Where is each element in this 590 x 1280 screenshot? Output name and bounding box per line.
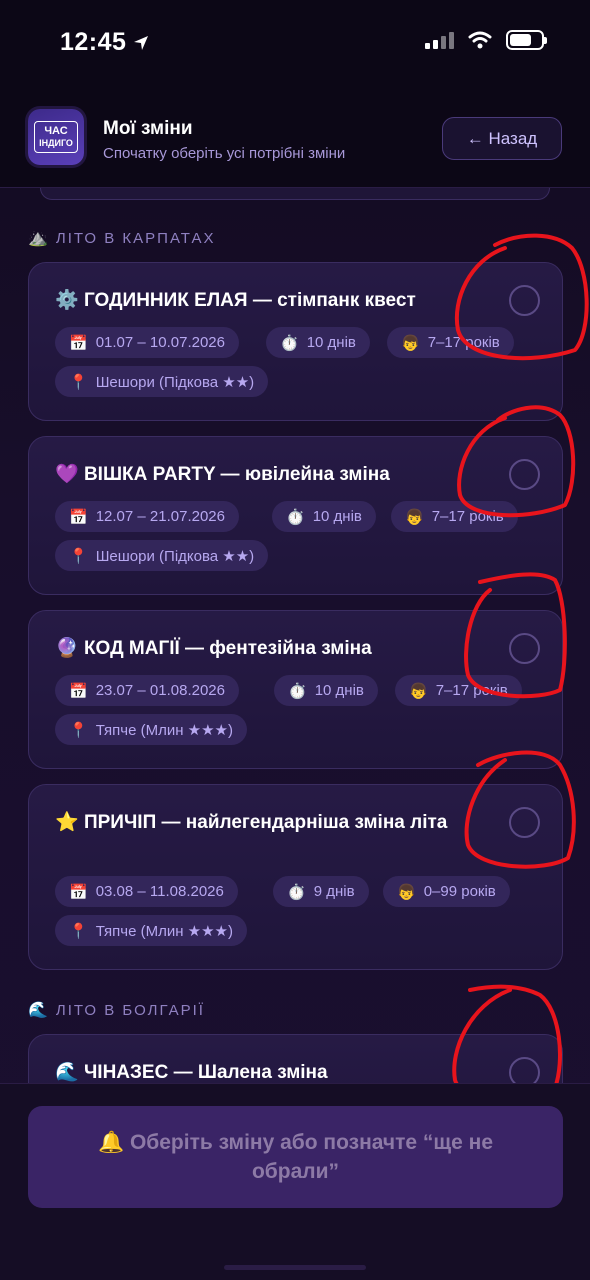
stopwatch-icon: ⏱️ <box>280 334 299 352</box>
crystal-ball-icon: 🔮 <box>55 638 79 659</box>
page-title: Мої зміни <box>103 118 193 139</box>
shift-title: ⭐ ПРИЧІП — найлегендарніша зміна літа <box>55 812 448 833</box>
pin-icon: 📍 <box>69 547 88 565</box>
shift-card-vishka[interactable]: 💜 ВІШКА PARTY — ювілейна зміна 📅 12.07 – … <box>28 436 563 595</box>
shift-select-radio[interactable] <box>509 807 540 838</box>
time-text: 12:45 <box>60 28 127 56</box>
child-icon: 👦 <box>401 334 420 352</box>
section-bulgaria: 🌊 ЛІТО В БОЛГАРІЇ <box>28 1000 205 1020</box>
cellular-signal-icon <box>425 31 454 49</box>
shift-card-godynnyk[interactable]: ⚙️ ГОДИННИК ЕЛАЯ — стімпанк квест 📅 01.07… <box>28 262 563 421</box>
child-icon: 👦 <box>405 508 424 526</box>
child-icon: 👦 <box>409 682 428 700</box>
stopwatch-icon: ⏱️ <box>288 682 307 700</box>
location-chip: 📍 Тяпче (Млин ★★★) <box>55 915 247 946</box>
shift-select-radio[interactable] <box>509 285 540 316</box>
shift-title: ⚙️ ГОДИННИК ЕЛАЯ — стімпанк квест <box>55 290 416 311</box>
dates-chip: 📅 12.07 – 21.07.2026 <box>55 501 239 532</box>
age-chip: 👦 0–99 років <box>383 876 510 907</box>
location-arrow-icon <box>134 35 149 50</box>
shift-card-chinazes[interactable]: 🌊 ЧІНАЗЕС — Шалена зміна <box>28 1034 563 1083</box>
child-icon: 👦 <box>397 883 416 901</box>
location-chip: 📍 Тяпче (Млин ★★★) <box>55 714 247 745</box>
shift-title: 💜 ВІШКА PARTY — ювілейна зміна <box>55 464 390 485</box>
duration-chip: ⏱️ 10 днів <box>272 501 376 532</box>
wifi-icon <box>468 31 492 49</box>
section-carpathians: ⛰️ ЛІТО В КАРПАТАХ <box>28 228 215 248</box>
shift-list[interactable]: ⛰️ ЛІТО В КАРПАТАХ ⚙️ ГОДИННИК ЕЛАЯ — ст… <box>0 188 590 1083</box>
section-label: ЛІТО В БОЛГАРІЇ <box>55 1001 205 1019</box>
calendar-icon: 📅 <box>69 508 88 526</box>
pin-icon: 📍 <box>69 373 88 391</box>
bottom-action-bar: 🔔 Оберіть зміну або позначте “ще не обра… <box>0 1083 590 1280</box>
page-subtitle: Спочатку оберіть усі потрібні зміни <box>103 145 346 162</box>
mountain-icon: ⛰️ <box>28 230 48 247</box>
calendar-icon: 📅 <box>69 883 88 901</box>
back-button[interactable]: ← Назад <box>442 117 562 160</box>
stopwatch-icon: ⏱️ <box>286 508 305 526</box>
duration-chip: ⏱️ 9 днів <box>273 876 369 907</box>
duration-chip: ⏱️ 10 днів <box>274 675 378 706</box>
confirm-shifts-button[interactable]: 🔔 Оберіть зміну або позначте “ще не обра… <box>28 1106 563 1208</box>
dates-chip: 📅 23.07 – 01.08.2026 <box>55 675 239 706</box>
shift-title: 🌊 ЧІНАЗЕС — Шалена зміна <box>55 1062 328 1083</box>
calendar-icon: 📅 <box>69 334 88 352</box>
app-header: ЧАС ІНДИГО Мої зміни Спочатку оберіть ус… <box>0 90 590 188</box>
dates-chip: 📅 01.07 – 10.07.2026 <box>55 327 239 358</box>
location-chip: 📍 Шешори (Підкова ★★) <box>55 366 269 397</box>
shift-select-radio[interactable] <box>509 633 540 664</box>
purple-heart-icon: 💜 <box>55 464 79 485</box>
wave-icon: 🌊 <box>28 1002 48 1019</box>
pin-icon: 📍 <box>69 721 88 739</box>
age-chip: 👦 7–17 років <box>395 675 522 706</box>
status-time: 12:45 <box>60 28 150 57</box>
shift-select-radio[interactable] <box>509 459 540 490</box>
app-logo: ЧАС ІНДИГО <box>28 109 84 165</box>
battery-icon <box>506 30 547 50</box>
shift-title: 🔮 КОД МАГІЇ — фентезійна зміна <box>55 638 372 659</box>
calendar-icon: 📅 <box>69 682 88 700</box>
duration-chip: ⏱️ 10 днів <box>266 327 370 358</box>
previous-card-edge <box>40 188 550 200</box>
stopwatch-icon: ⏱️ <box>287 883 306 901</box>
age-chip: 👦 7–17 років <box>387 327 514 358</box>
status-indicators <box>425 30 547 50</box>
dates-chip: 📅 03.08 – 11.08.2026 <box>55 876 238 907</box>
pin-icon: 📍 <box>69 922 88 940</box>
home-indicator <box>224 1265 366 1270</box>
section-label: ЛІТО В КАРПАТАХ <box>55 229 216 247</box>
status-bar: 12:45 <box>0 0 590 90</box>
age-chip: 👦 7–17 років <box>391 501 518 532</box>
shift-card-kod-mahii[interactable]: 🔮 КОД МАГІЇ — фентезійна зміна 📅 23.07 – … <box>28 610 563 769</box>
shift-card-prychip[interactable]: ⭐ ПРИЧІП — найлегендарніша зміна літа 📅 0… <box>28 784 563 970</box>
logo-line2: ІНДИГО <box>39 138 73 148</box>
star-icon: ⭐ <box>55 812 79 833</box>
location-chip: 📍 Шешори (Підкова ★★) <box>55 540 269 571</box>
shift-select-radio[interactable] <box>509 1057 540 1083</box>
gear-icon: ⚙️ <box>55 290 79 311</box>
logo-line1: ЧАС <box>44 125 68 137</box>
wave-icon: 🌊 <box>55 1062 79 1083</box>
